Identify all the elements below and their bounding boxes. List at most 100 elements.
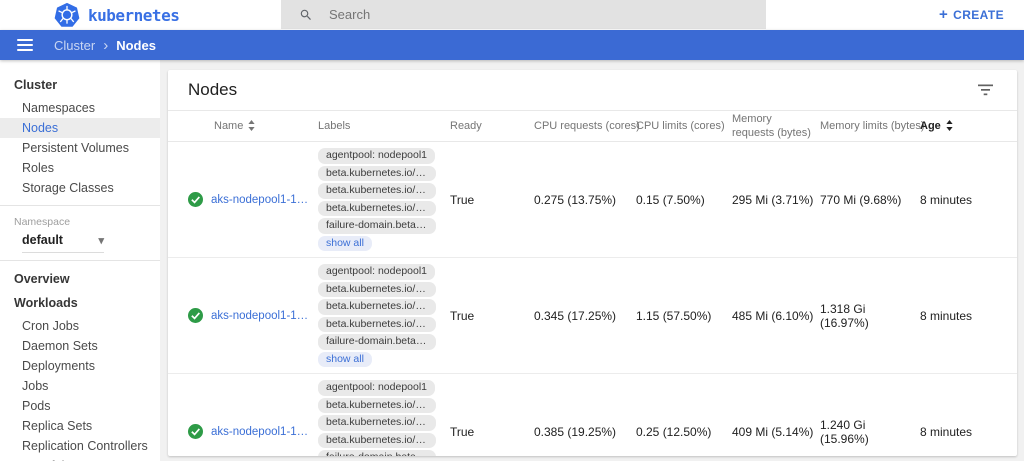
label-chip: beta.kubernetes.io/os: linux [318, 201, 436, 217]
nodes-card: Nodes Name Labels Re [168, 70, 1017, 456]
sidebar-item-storage-classes[interactable]: Storage Classes [0, 178, 160, 198]
label-chip: beta.kubernetes.io/arch: amd… [318, 282, 436, 298]
breadcrumb: Cluster › Nodes [54, 38, 156, 53]
column-header-memory-limits: Memory limits (bytes) [820, 119, 920, 133]
status-ready-icon [188, 192, 203, 207]
status-ready-icon [188, 424, 203, 439]
label-chip: beta.kubernetes.io/arch: amd… [318, 398, 436, 414]
label-chip: failure-domain.beta.kubernet… [318, 334, 436, 350]
sidebar-item-cron-jobs[interactable]: Cron Jobs [0, 316, 160, 336]
cpu-requests-value: 0.385 (19.25%) [534, 425, 636, 439]
column-header-age[interactable]: Age [920, 119, 997, 133]
sidebar-item-replica-sets[interactable]: Replica Sets [0, 416, 160, 436]
node-link[interactable]: aks-nodepool1-10230590-vm… [211, 310, 312, 322]
column-header-memory-requests: Memory requests (bytes) [732, 112, 820, 141]
sidebar-item-pods[interactable]: Pods [0, 396, 160, 416]
filter-icon[interactable] [974, 80, 997, 100]
sidebar-item-overview[interactable]: Overview [0, 268, 160, 292]
column-header-cpu-limits: CPU limits (cores) [636, 119, 732, 133]
node-link[interactable]: aks-nodepool1-10230590-vm… [211, 194, 312, 206]
column-header-ready: Ready [450, 119, 534, 133]
sidebar-item-replication-controllers[interactable]: Replication Controllers [0, 436, 160, 456]
column-header-labels: Labels [318, 119, 450, 133]
show-all-button[interactable]: show all [318, 236, 372, 252]
label-chip: beta.kubernetes.io/instance-t… [318, 183, 436, 199]
label-chip: beta.kubernetes.io/os: linux [318, 317, 436, 333]
kubernetes-logo[interactable]: kubernetes [0, 0, 179, 30]
menu-icon[interactable] [17, 39, 33, 51]
brand-wordmark: kubernetes [88, 6, 179, 25]
chevron-right-icon: › [103, 38, 108, 53]
create-button[interactable]: + CREATE [933, 0, 1010, 29]
sort-icon [946, 120, 953, 131]
sidebar-item-stateful-sets[interactable]: Stateful Sets [0, 456, 160, 461]
breadcrumb-nodes: Nodes [116, 38, 156, 53]
search-input[interactable] [327, 6, 647, 23]
memory-limits-value: 1.318 Gi (16.97%) [820, 302, 920, 330]
namespace-value: default [22, 233, 63, 247]
sidebar-item-jobs[interactable]: Jobs [0, 376, 160, 396]
table-header: Name Labels Ready CPU requests (cores) C… [168, 111, 1017, 142]
label-chip: agentpool: nodepool1 [318, 380, 435, 396]
sidebar-divider [0, 260, 160, 261]
age-value: 8 minutes [920, 425, 997, 439]
label-chip: beta.kubernetes.io/os: linux [318, 433, 436, 449]
column-header-cpu-requests: CPU requests (cores) [534, 119, 636, 133]
caret-down-icon: ▾ [98, 234, 104, 247]
column-age-label: Age [920, 119, 941, 133]
ready-value: True [450, 193, 534, 207]
column-name-label: Name [214, 119, 243, 133]
table-row: aks-nodepool1-10230590-vm… agentpool: no… [168, 142, 1017, 258]
column-header-name[interactable]: Name [188, 119, 318, 133]
sidebar-section-workloads[interactable]: Workloads [0, 292, 160, 316]
memory-requests-value: 485 Mi (6.10%) [732, 309, 820, 323]
sidebar-item-persistent-volumes[interactable]: Persistent Volumes [0, 138, 160, 158]
ready-value: True [450, 309, 534, 323]
namespace-label: Namespace [0, 213, 160, 230]
top-header: kubernetes + CREATE [0, 0, 1024, 30]
label-chip: failure-domain.beta.kubernet… [318, 450, 436, 456]
show-all-button[interactable]: show all [318, 352, 372, 368]
page-title: Nodes [188, 80, 237, 100]
sidebar-item-daemon-sets[interactable]: Daemon Sets [0, 336, 160, 356]
sidebar-item-deployments[interactable]: Deployments [0, 356, 160, 376]
sidebar-divider [0, 205, 160, 206]
cpu-requests-value: 0.345 (17.25%) [534, 309, 636, 323]
label-chip: beta.kubernetes.io/instance-t… [318, 415, 436, 431]
cpu-limits-value: 1.15 (57.50%) [636, 309, 732, 323]
toolbar: Cluster › Nodes [0, 30, 1024, 60]
create-button-label: CREATE [953, 8, 1004, 22]
cpu-limits-value: 0.25 (12.50%) [636, 425, 732, 439]
age-value: 8 minutes [920, 309, 997, 323]
memory-requests-value: 295 Mi (3.71%) [732, 193, 820, 207]
kubernetes-helm-icon [54, 2, 80, 28]
ready-value: True [450, 425, 534, 439]
label-chip: agentpool: nodepool1 [318, 264, 435, 280]
age-value: 8 minutes [920, 193, 997, 207]
memory-limits-value: 1.240 Gi (15.96%) [820, 418, 920, 446]
memory-requests-value: 409 Mi (5.14%) [732, 425, 820, 439]
sidebar-item-roles[interactable]: Roles [0, 158, 160, 178]
node-link[interactable]: aks-nodepool1-10230590-vm… [211, 426, 312, 438]
search-bar[interactable] [281, 0, 766, 29]
label-chip: failure-domain.beta.kubernet… [318, 218, 436, 234]
main-content: Nodes Name Labels Re [160, 60, 1024, 461]
cpu-requests-value: 0.275 (13.75%) [534, 193, 636, 207]
sidebar: Cluster Namespaces Nodes Persistent Volu… [0, 60, 160, 461]
label-chip: beta.kubernetes.io/instance-t… [318, 299, 436, 315]
sidebar-item-namespaces[interactable]: Namespaces [0, 98, 160, 118]
cpu-limits-value: 0.15 (7.50%) [636, 193, 732, 207]
table-row: aks-nodepool1-10230590-vm… agentpool: no… [168, 258, 1017, 374]
memory-limits-value: 770 Mi (9.68%) [820, 193, 920, 207]
search-icon [299, 8, 313, 22]
sort-icon [248, 120, 255, 131]
sidebar-item-nodes[interactable]: Nodes [0, 118, 160, 138]
breadcrumb-cluster[interactable]: Cluster [54, 38, 95, 53]
plus-icon: + [939, 7, 948, 22]
table-row: aks-nodepool1-10230590-vm… agentpool: no… [168, 374, 1017, 456]
label-chip: agentpool: nodepool1 [318, 148, 435, 164]
status-ready-icon [188, 308, 203, 323]
sidebar-section-cluster[interactable]: Cluster [0, 74, 160, 98]
label-chip: beta.kubernetes.io/arch: amd… [318, 166, 436, 182]
namespace-select[interactable]: default ▾ [22, 233, 104, 253]
